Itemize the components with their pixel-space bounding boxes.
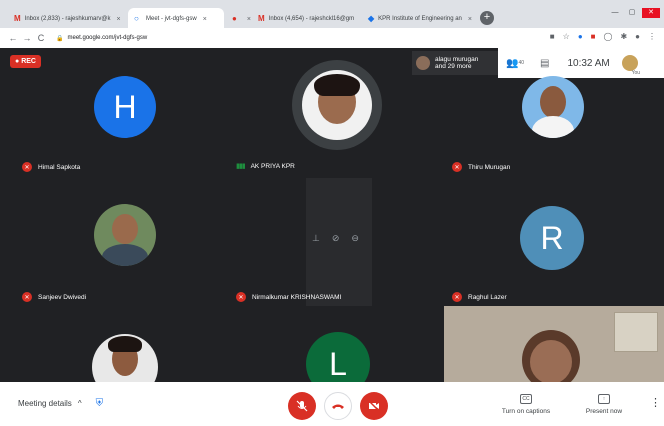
browser-toolbar: ← → C 🔒 meet.google.com/jvt-dgfs-gsw ■ ☆… bbox=[0, 28, 664, 48]
meet-icon: ○ bbox=[134, 14, 139, 23]
extension-icon[interactable]: ● bbox=[578, 32, 583, 41]
tile-hover-panel: ⊥ ⊘ ⊖ bbox=[306, 178, 372, 306]
mic-toggle-button[interactable] bbox=[288, 392, 316, 420]
url-text: meet.google.com/jvt-dgfs-gsw bbox=[67, 35, 148, 41]
pdf-icon[interactable]: ■ bbox=[591, 32, 596, 41]
close-tab-icon[interactable]: × bbox=[468, 16, 472, 23]
camera-icon[interactable]: ■ bbox=[550, 32, 555, 41]
shield-icon[interactable]: ⛨ bbox=[96, 398, 104, 409]
tile-actions: ⊥ ⊘ ⊖ bbox=[312, 233, 359, 244]
mic-off-icon bbox=[296, 400, 308, 412]
mic-off-icon: ✕ bbox=[452, 162, 462, 172]
profile-icon[interactable]: ● bbox=[635, 32, 640, 41]
camera-off-icon bbox=[368, 400, 380, 412]
new-tab-button[interactable]: + bbox=[480, 11, 494, 25]
mute-icon[interactable]: ⊘ bbox=[332, 233, 340, 244]
tab-meet[interactable]: ○ Meet - jvt-dgfs-gsw × bbox=[128, 8, 224, 30]
tab-strip: M Inbox (2,833) - rajeshkumarv@k × ○ Mee… bbox=[0, 4, 664, 30]
window-controls: — ▢ ✕ bbox=[608, 8, 660, 18]
participant-tile-name: ✕ Thiru Murugan bbox=[452, 162, 510, 172]
maximize-button[interactable]: ▢ bbox=[625, 8, 639, 18]
present-icon: ↑ bbox=[598, 394, 610, 404]
tab-title: Inbox (4,654) - rajeshckl16@gm bbox=[268, 16, 355, 22]
close-window-button[interactable]: ✕ bbox=[642, 8, 660, 18]
participant-tile-name: ✕ Raghul Lazer bbox=[452, 292, 507, 302]
tab-inbox-1[interactable]: M Inbox (2,833) - rajeshkumarv@k × bbox=[8, 8, 126, 30]
participant-name: alagu murugan bbox=[435, 56, 479, 63]
participants-preview[interactable]: alagu murugan and 29 more bbox=[412, 51, 498, 75]
speaking-avatar bbox=[292, 60, 382, 150]
tab-inbox-2[interactable]: M Inbox (4,654) - rajeshckl16@gm × bbox=[252, 8, 360, 30]
gmail-icon: M bbox=[258, 14, 265, 23]
star-icon[interactable]: ☆ bbox=[563, 32, 570, 41]
avatar bbox=[522, 76, 584, 138]
close-tab-icon[interactable]: × bbox=[203, 16, 207, 23]
avatar: R bbox=[520, 206, 584, 270]
tab-recording[interactable]: ● × bbox=[226, 8, 252, 30]
mic-off-icon: ✕ bbox=[22, 292, 32, 302]
address-bar[interactable]: 🔒 meet.google.com/jvt-dgfs-gsw bbox=[56, 35, 147, 42]
chat-icon[interactable]: ▤ bbox=[540, 58, 549, 69]
avatar: H bbox=[94, 76, 156, 138]
lock-icon: 🔒 bbox=[56, 35, 64, 42]
mic-off-icon: ✕ bbox=[236, 292, 246, 302]
tab-title: Inbox (2,833) - rajeshkumarv@k bbox=[24, 16, 111, 22]
self-avatar bbox=[621, 55, 638, 71]
recording-badge: ● REC bbox=[10, 55, 41, 68]
meet-stage: ● REC alagu murugan and 29 more 👥 40 ▤ 1… bbox=[0, 48, 664, 400]
clock: 10:32 AM bbox=[567, 57, 610, 69]
meeting-details-button[interactable]: Meeting details ^ ⛨ bbox=[18, 398, 103, 409]
participant-tile-name: ✕ Nirmalkumar KRISHNASWAMI bbox=[236, 292, 341, 302]
back-button[interactable]: ← bbox=[6, 33, 20, 43]
camera-toggle-button[interactable] bbox=[360, 392, 388, 420]
menu-icon[interactable]: ⋮ bbox=[648, 32, 656, 41]
close-tab-icon[interactable]: × bbox=[247, 16, 251, 23]
participant-more: and 29 more bbox=[435, 63, 472, 70]
video-tile bbox=[444, 306, 664, 382]
you-label: You bbox=[631, 70, 640, 76]
avatar bbox=[94, 204, 156, 266]
forward-button[interactable]: → bbox=[20, 33, 34, 43]
captions-icon: CC bbox=[520, 394, 532, 404]
tab-kpr[interactable]: ◆ KPR Institute of Engineering an × bbox=[362, 8, 474, 30]
extension-icons: ■ ☆ ● ■ ◯ ✱ ● ⋮ bbox=[550, 32, 656, 41]
mic-off-icon: ✕ bbox=[22, 162, 32, 172]
record-dot-icon: ● bbox=[232, 14, 237, 23]
present-button[interactable]: ↑ Present now bbox=[576, 394, 632, 415]
browser-chrome: M Inbox (2,833) - rajeshkumarv@k × ○ Mee… bbox=[0, 0, 664, 48]
avatar bbox=[416, 56, 430, 70]
tab-title: Meet - jvt-dgfs-gsw bbox=[146, 16, 197, 22]
kpr-icon: ◆ bbox=[368, 14, 375, 23]
speaking-icon: ▮▮▮ bbox=[236, 163, 246, 170]
remove-icon[interactable]: ⊖ bbox=[351, 233, 359, 244]
hangup-icon bbox=[332, 404, 344, 409]
close-tab-icon[interactable]: × bbox=[116, 16, 120, 23]
more-options-icon[interactable]: ⋮ bbox=[650, 396, 661, 409]
participant-tile-name: ✕ Sanjeev Dwivedi bbox=[22, 292, 86, 302]
gmail-icon: M bbox=[14, 14, 21, 23]
leave-call-button[interactable] bbox=[324, 392, 352, 420]
mic-off-icon: ✕ bbox=[452, 292, 462, 302]
extension-icon[interactable]: ◯ bbox=[604, 32, 613, 41]
people-count: 40 bbox=[518, 60, 525, 66]
meet-topbar: 👥 40 ▤ 10:32 AM You bbox=[498, 48, 664, 78]
puzzle-icon[interactable]: ✱ bbox=[620, 32, 627, 41]
people-icon[interactable]: 👥 bbox=[506, 58, 518, 69]
participant-tile-name: ▮▮▮ AK PRIYA KPR bbox=[236, 162, 295, 171]
meet-bottom-bar: Meeting details ^ ⛨ CC Turn on captions … bbox=[0, 382, 664, 426]
captions-button[interactable]: CC Turn on captions bbox=[496, 394, 556, 415]
tab-title: KPR Institute of Engineering an bbox=[378, 16, 462, 22]
chevron-up-icon: ^ bbox=[77, 399, 82, 408]
reload-button[interactable]: C bbox=[34, 33, 48, 43]
minimize-button[interactable]: — bbox=[608, 8, 622, 18]
participant-tile-name: ✕ Himal Sapkota bbox=[22, 162, 80, 172]
pin-icon[interactable]: ⊥ bbox=[312, 233, 320, 244]
